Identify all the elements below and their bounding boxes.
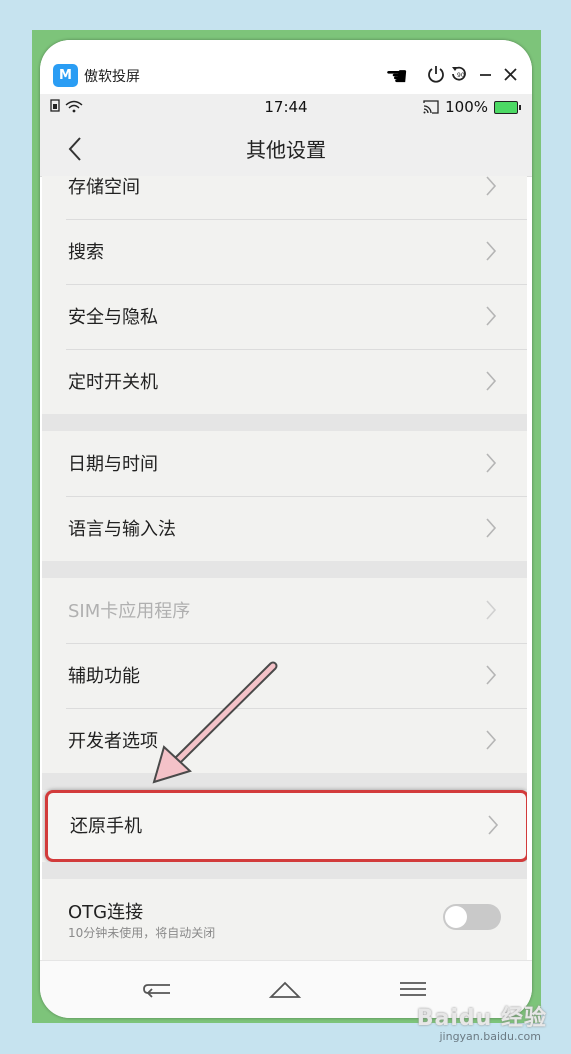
list-item[interactable]: 搜索 — [42, 219, 527, 284]
list-item: SIM卡应用程序 — [42, 578, 527, 643]
close-icon[interactable] — [501, 64, 523, 86]
chevron-right-icon — [488, 815, 499, 835]
chevron-right-icon — [486, 665, 497, 685]
otg-toggle[interactable] — [443, 904, 501, 930]
cast-icon — [423, 100, 439, 114]
otg-label: OTG连接 — [68, 902, 144, 923]
menu-icon[interactable] — [396, 977, 430, 1001]
status-bar: 17:44 100% — [40, 94, 532, 120]
watermark-url: jingyan.baidu.com — [439, 1030, 541, 1043]
app-logo: M — [53, 64, 78, 87]
chevron-right-icon — [486, 306, 497, 326]
chevron-right-icon — [486, 730, 497, 750]
settings-group: 存储空间 搜索 安全与隐私 定时开关机 — [42, 176, 527, 414]
chevron-right-icon — [486, 371, 497, 391]
list-item-label: SIM卡应用程序 — [68, 601, 191, 622]
list-item[interactable]: 存储空间 — [42, 176, 527, 219]
power-icon[interactable] — [426, 64, 448, 86]
section-divider — [42, 773, 527, 790]
mirror-app-bar: M 傲软投屏 ☚ 90 — [40, 40, 532, 94]
list-item[interactable]: 日期与时间 — [42, 431, 527, 496]
chevron-right-icon — [486, 241, 497, 261]
list-item-label: 存储空间 — [68, 177, 140, 198]
rotate-icon[interactable]: 90 — [449, 64, 471, 86]
chevron-right-icon — [486, 518, 497, 538]
settings-list[interactable]: 存储空间 搜索 安全与隐私 定时开关机 日期与时间 语言与输入法 SIM卡应用程… — [42, 176, 527, 960]
list-item-label: 语言与输入法 — [68, 519, 176, 540]
otg-subtitle: 10分钟未使用，将自动关闭 — [68, 926, 216, 940]
toggle-knob — [445, 906, 467, 928]
app-title: 傲软投屏 — [84, 69, 140, 85]
list-item[interactable]: 定时开关机 — [42, 349, 527, 414]
list-item-label: 搜索 — [68, 242, 104, 263]
list-item[interactable]: 安全与隐私 — [42, 284, 527, 349]
battery-percent: 100% — [445, 98, 488, 116]
chevron-right-icon — [486, 176, 497, 196]
chevron-right-icon — [486, 453, 497, 473]
title-bar: 其他设置 — [40, 120, 532, 177]
svg-text:90: 90 — [457, 72, 465, 79]
battery-icon — [494, 100, 521, 114]
list-item-label: 辅助功能 — [68, 666, 140, 687]
list-item-label: 日期与时间 — [68, 454, 158, 475]
list-item-label: 开发者选项 — [68, 731, 158, 752]
watermark: Baidu 经验 — [416, 1006, 547, 1031]
minimize-icon[interactable] — [476, 64, 498, 86]
settings-group: 日期与时间 语言与输入法 — [42, 431, 527, 561]
back-arrow-icon[interactable] — [140, 977, 174, 1001]
reset-phone-item[interactable]: 还原手机 — [45, 790, 527, 862]
home-icon[interactable] — [268, 977, 302, 1001]
chevron-right-icon — [486, 600, 497, 620]
settings-group: SIM卡应用程序 辅助功能 开发者选项 — [42, 578, 527, 773]
list-item-label: 安全与隐私 — [68, 307, 158, 328]
list-item-label: 还原手机 — [70, 816, 142, 837]
list-item[interactable]: 辅助功能 — [42, 643, 527, 708]
list-item[interactable]: 语言与输入法 — [42, 496, 527, 561]
section-divider — [42, 862, 527, 879]
list-item[interactable]: 开发者选项 — [42, 708, 527, 773]
list-item-label: 定时开关机 — [68, 372, 158, 393]
phone-screen: M 傲软投屏 ☚ 90 17:44 100% 其他设置 存储空间 搜索 安全与隐… — [40, 40, 532, 1018]
hand-cursor-icon: ☚ — [385, 62, 409, 92]
page-title: 其他设置 — [246, 138, 326, 162]
section-divider — [42, 414, 527, 431]
section-divider — [42, 561, 527, 578]
